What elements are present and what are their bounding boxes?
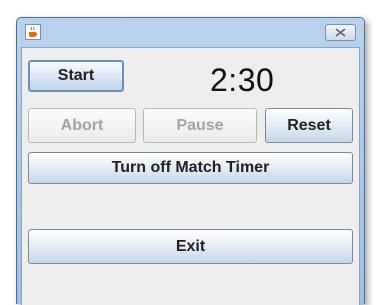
title-bar[interactable] (17, 18, 364, 47)
abort-button[interactable]: Abort (28, 108, 136, 143)
turn-off-match-timer-button[interactable]: Turn off Match Timer (28, 152, 353, 184)
reset-button[interactable]: Reset (265, 108, 353, 143)
pause-button[interactable]: Pause (143, 108, 257, 143)
exit-button[interactable]: Exit (28, 229, 353, 264)
java-coffee-cup-icon (25, 24, 41, 40)
app-window: Start 2:30 Abort Pause Reset Turn off Ma… (16, 17, 365, 305)
close-button[interactable] (325, 24, 356, 41)
main-panel: Start 2:30 Abort Pause Reset Turn off Ma… (21, 47, 360, 305)
start-button[interactable]: Start (28, 60, 124, 92)
timer-display: 2:30 (210, 62, 275, 98)
close-x-icon (335, 28, 346, 37)
